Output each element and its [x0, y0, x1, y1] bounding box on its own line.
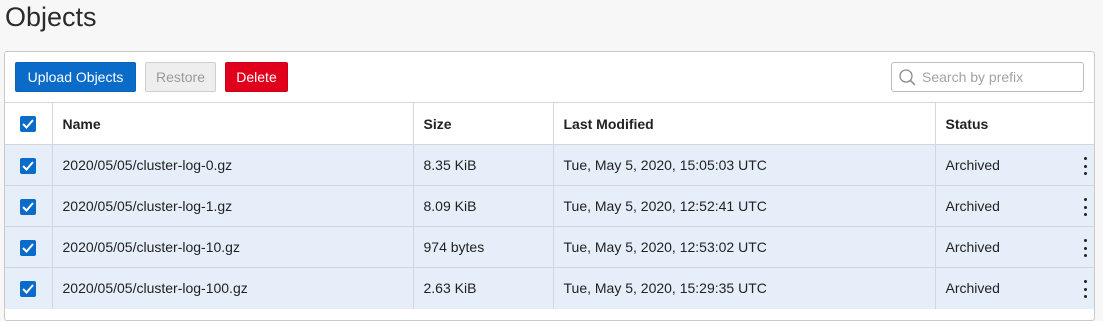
objects-panel: Upload Objects Restore Delete Name [4, 51, 1095, 321]
checkmark-icon [22, 242, 35, 253]
kebab-menu-icon[interactable] [1082, 157, 1088, 175]
row-checkbox[interactable] [20, 280, 37, 297]
row-select-cell [5, 144, 53, 186]
column-header-last-modified[interactable]: Last Modified [553, 102, 936, 145]
checkmark-icon [22, 160, 35, 171]
object-name[interactable]: 2020/05/05/cluster-log-1.gz [52, 185, 414, 227]
object-status-cell: Archived [935, 226, 1094, 268]
select-all-checkbox[interactable] [20, 116, 37, 133]
object-size: 8.35 KiB [413, 144, 554, 186]
table-row[interactable]: 2020/05/05/cluster-log-100.gz 2.63 KiB T… [5, 267, 1094, 309]
object-name[interactable]: 2020/05/05/cluster-log-0.gz [52, 144, 414, 186]
column-header-name[interactable]: Name [52, 102, 414, 145]
row-select-cell [5, 267, 53, 309]
object-last-modified: Tue, May 5, 2020, 15:05:03 UTC [553, 144, 936, 186]
restore-button[interactable]: Restore [145, 62, 216, 92]
object-status-cell: Archived [935, 144, 1094, 186]
object-last-modified: Tue, May 5, 2020, 12:53:02 UTC [553, 226, 936, 268]
row-select-cell [5, 185, 53, 227]
table-row[interactable]: 2020/05/05/cluster-log-0.gz 8.35 KiB Tue… [5, 144, 1094, 186]
row-select-cell [5, 226, 53, 268]
kebab-menu-icon[interactable] [1082, 280, 1088, 298]
table-row[interactable]: 2020/05/05/cluster-log-10.gz 974 bytes T… [5, 226, 1094, 268]
row-checkbox[interactable] [20, 157, 37, 174]
page-title: Objects [5, 2, 97, 32]
object-status-cell: Archived [935, 185, 1094, 227]
select-all-cell [5, 102, 53, 145]
object-status-cell: Archived [935, 267, 1094, 309]
checkmark-icon [22, 119, 35, 130]
object-last-modified: Tue, May 5, 2020, 15:29:35 UTC [553, 267, 936, 309]
upload-objects-button[interactable]: Upload Objects [15, 62, 136, 92]
kebab-menu-icon[interactable] [1082, 198, 1088, 216]
toolbar: Upload Objects Restore Delete [5, 52, 1094, 102]
column-header-size[interactable]: Size [413, 102, 554, 145]
object-name[interactable]: 2020/05/05/cluster-log-10.gz [52, 226, 414, 268]
checkmark-icon [22, 284, 35, 294]
object-size: 2.63 KiB [413, 267, 554, 309]
object-status: Archived [945, 157, 1000, 173]
object-status: Archived [945, 239, 1000, 255]
object-size: 974 bytes [413, 226, 554, 268]
row-checkbox[interactable] [20, 239, 37, 256]
object-status: Archived [945, 198, 1000, 214]
search-icon [899, 69, 916, 86]
search-box[interactable] [891, 62, 1084, 92]
kebab-menu-icon[interactable] [1082, 239, 1088, 257]
object-size: 8.09 KiB [413, 185, 554, 227]
search-input[interactable] [920, 63, 1080, 91]
delete-button[interactable]: Delete [225, 62, 288, 92]
table-row[interactable]: 2020/05/05/cluster-log-1.gz 8.09 KiB Tue… [5, 185, 1094, 227]
object-last-modified: Tue, May 5, 2020, 12:52:41 UTC [553, 185, 936, 227]
table-body: 2020/05/05/cluster-log-0.gz 8.35 KiB Tue… [5, 144, 1094, 309]
column-header-status[interactable]: Status [935, 102, 1094, 145]
objects-table: Name Size Last Modified Status 2020/05/0… [5, 102, 1094, 309]
table-header-row: Name Size Last Modified Status [5, 102, 1094, 145]
object-name[interactable]: 2020/05/05/cluster-log-100.gz [52, 267, 414, 309]
checkmark-icon [22, 201, 35, 212]
object-status: Archived [945, 280, 1000, 297]
row-checkbox[interactable] [20, 198, 37, 215]
